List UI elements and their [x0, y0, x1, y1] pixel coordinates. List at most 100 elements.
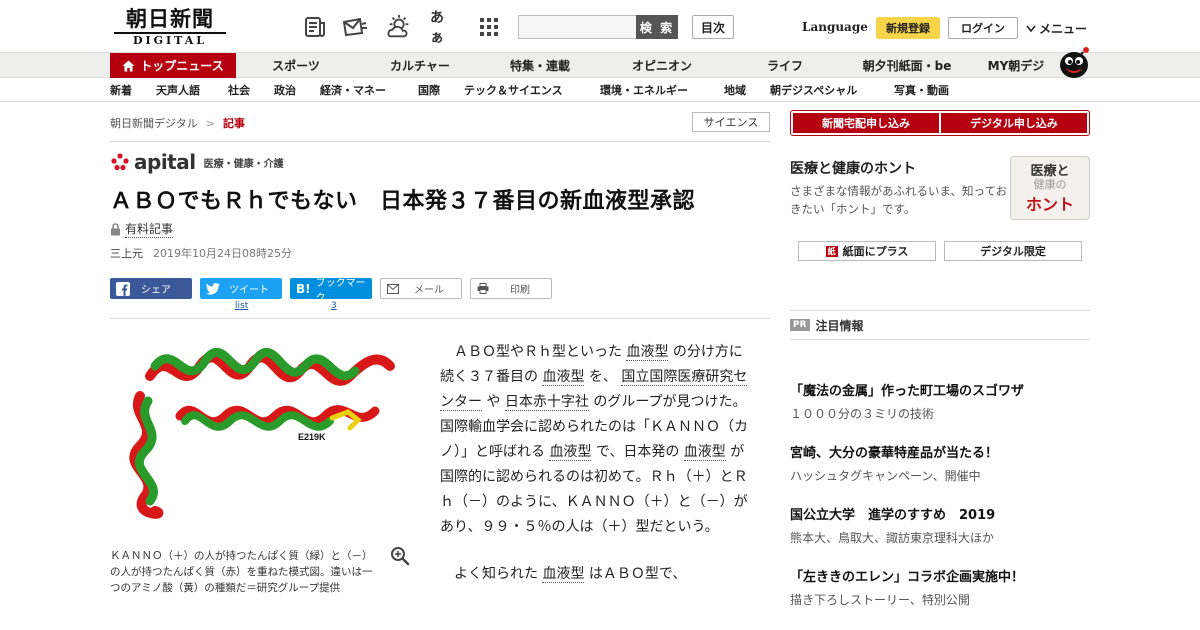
- body-text-segment: はＡＢＯ型で、: [584, 566, 687, 582]
- author: 三上元: [110, 247, 143, 260]
- subnav-region[interactable]: 地域: [724, 78, 746, 101]
- article-body: ＡＢＯ型やＲｈ型といった 血液型 の分け方に続く３７番目の 血液型 を、 国立国…: [440, 340, 750, 609]
- subnav-politics[interactable]: 政治: [274, 78, 296, 101]
- subnav-photo[interactable]: 写真・動画: [894, 78, 949, 101]
- body-text-segment: や: [482, 394, 505, 410]
- pr-title: 注目情報: [815, 318, 864, 333]
- paper-plus-button[interactable]: 紙 紙面にプラス: [798, 241, 936, 261]
- featured-item[interactable]: 国公立大学 進学のすすめ 2019 熊本大、鳥取大、諏訪東京理科大ほか: [790, 504, 1090, 546]
- menu-button[interactable]: メニュー: [1026, 20, 1087, 37]
- keyword-link[interactable]: 血液型: [542, 566, 585, 583]
- mail-icon: [387, 283, 399, 294]
- facebook-share-button[interactable]: シェア: [110, 278, 192, 299]
- search-button[interactable]: 検 索: [636, 15, 678, 39]
- subnav-special[interactable]: 朝デジスペシャル: [770, 78, 857, 101]
- nav-features[interactable]: 特集・連載: [490, 53, 590, 78]
- nav-life[interactable]: ライフ: [740, 53, 830, 78]
- subscribe-paper-button[interactable]: 新聞宅配申し込み: [793, 113, 939, 133]
- twitter-share-button[interactable]: ツイート: [200, 278, 282, 299]
- body-text-segment: を、: [584, 369, 622, 385]
- keyword-link[interactable]: 血液型: [683, 444, 726, 461]
- mascot-icon[interactable]: [1056, 44, 1092, 78]
- login-button[interactable]: ログイン: [948, 17, 1018, 39]
- nav-opinion[interactable]: オピニオン: [612, 53, 712, 78]
- subnav-world[interactable]: 国際: [418, 78, 440, 101]
- newspaper-icon[interactable]: [302, 14, 328, 40]
- chevron-down-icon: [1026, 25, 1036, 32]
- hatena-count[interactable]: 3: [331, 301, 337, 311]
- keyword-link[interactable]: 血液型: [626, 344, 669, 361]
- apps-grid-icon[interactable]: [476, 14, 502, 40]
- site-logo[interactable]: 朝日新聞 DIGITAL: [114, 8, 226, 48]
- protein-structure-image[interactable]: E219K: [110, 336, 410, 536]
- article-title: ＡＢＯでもＲｈでもない 日本発３７番目の新血液型承認: [110, 189, 696, 214]
- byline: 三上元 2019年10月24日08時25分: [110, 245, 292, 261]
- nav-sports[interactable]: スポーツ: [250, 53, 342, 78]
- publish-date: 2019年10月24日08時25分: [153, 247, 292, 260]
- subnav-environment[interactable]: 環境・エネルギー: [600, 78, 688, 101]
- apital-brand[interactable]: apital 医療・健康・介護: [110, 150, 284, 174]
- subscribe-digital-button[interactable]: デジタル申し込み: [941, 113, 1087, 133]
- apital-logo: apital: [110, 150, 196, 174]
- hatena-icon: B!: [296, 281, 311, 296]
- paper-plus-icon: 紙: [825, 245, 838, 257]
- body-text-segment: よく知られた: [454, 566, 543, 582]
- apital-subtitle: 医療・健康・介護: [203, 158, 284, 170]
- figure-caption: ＫＡＮＮＯ（＋）の人が持つたんぱく質（緑）と（－）の人が持つたんぱく質（赤）を重…: [110, 550, 373, 594]
- twitter-count[interactable]: list: [235, 301, 248, 311]
- weather-icon[interactable]: [386, 14, 412, 40]
- nav-paper[interactable]: 朝夕刊紙面・be: [850, 53, 964, 78]
- subscribe-box: 新聞宅配申し込み デジタル申し込み: [790, 110, 1090, 136]
- facebook-icon: [116, 281, 130, 296]
- breadcrumb: 朝日新聞デジタル > 記事: [110, 115, 245, 131]
- featured-item[interactable]: 「魔法の金属」作った町工場のスゴワザ １０００分の３ミリの技術: [790, 380, 1090, 422]
- zoom-icon[interactable]: [390, 546, 410, 566]
- hatena-bookmark-button[interactable]: B! ブックマーク: [290, 278, 372, 304]
- home-icon: [122, 60, 135, 71]
- paid-article-label: 有料記事: [110, 220, 174, 238]
- breadcrumb-separator: >: [205, 116, 215, 130]
- sub-nav: 新着 天声人語 社会 政治 経済・マネー 国際 テック＆サイエンス 環境・エネル…: [0, 78, 1200, 102]
- pr-badge: PR: [790, 319, 810, 331]
- logo-en: DIGITAL: [114, 32, 226, 48]
- keyword-link[interactable]: 血液型: [542, 369, 585, 386]
- featured-item[interactable]: 「左ききのエレン」コラボ企画実施中！ 描き下ろしストーリー、特別公開: [790, 566, 1090, 608]
- divider: [110, 318, 770, 319]
- print-icon: [477, 283, 489, 294]
- category-tag[interactable]: サイエンス: [692, 112, 770, 132]
- toc-button[interactable]: 目次: [692, 15, 734, 39]
- mail-share-button[interactable]: メール: [380, 278, 462, 299]
- honto-description: さまざまな情報があふれるいま、知っておきたい「ホント」です。: [790, 184, 1008, 216]
- divider: [110, 141, 770, 142]
- breadcrumb-current: 記事: [223, 117, 245, 130]
- article-paragraph: ＡＢＯ型やＲｈ型といった 血液型 の分け方に続く３７番目の 血液型 を、 国立国…: [440, 340, 750, 540]
- keyword-link[interactable]: 日本赤十字社: [504, 394, 589, 411]
- body-text-segment: ＡＢＯ型やＲｈ型といった: [454, 344, 627, 360]
- main-nav: トップニュース スポーツ カルチャー 特集・連載 オピニオン ライフ 朝夕刊紙面…: [0, 52, 1200, 78]
- keyword-link[interactable]: 血液型: [549, 444, 592, 461]
- nav-my[interactable]: MY朝デジ: [980, 53, 1052, 78]
- featured-item[interactable]: 宮崎、大分の豪華特産品が当たる！ ハッシュタグキャンペーン、開催中: [790, 442, 1090, 484]
- subnav-economy[interactable]: 経済・マネー: [320, 78, 386, 101]
- language-link[interactable]: Language: [802, 20, 868, 34]
- pr-header: PR 注目情報: [790, 310, 1090, 340]
- breadcrumb-home[interactable]: 朝日新聞デジタル: [110, 115, 198, 131]
- register-button[interactable]: 新規登録: [876, 17, 940, 39]
- subnav-new[interactable]: 新着: [110, 78, 132, 101]
- honto-title[interactable]: 医療と健康のホント: [790, 158, 916, 178]
- font-size-icon[interactable]: あぁ: [430, 10, 456, 46]
- subnav-tech[interactable]: テック＆サイエンス: [464, 78, 563, 101]
- print-button[interactable]: 印刷: [470, 278, 552, 299]
- nav-culture[interactable]: カルチャー: [370, 53, 470, 78]
- news-mail-icon[interactable]: [342, 14, 368, 40]
- apital-dots-icon: [111, 153, 129, 171]
- logo-jp: 朝日新聞: [126, 6, 214, 31]
- search-input[interactable]: [518, 15, 638, 39]
- figure-label: E219K: [298, 432, 326, 442]
- honto-badge[interactable]: 医療と 健康の ホント: [1010, 156, 1090, 220]
- body-text-segment: で、日本発の: [591, 444, 684, 460]
- digital-only-button[interactable]: デジタル限定: [944, 241, 1082, 261]
- subnav-society[interactable]: 社会: [228, 78, 250, 101]
- nav-top-news[interactable]: トップニュース: [110, 53, 236, 78]
- subnav-tensei[interactable]: 天声人語: [156, 78, 200, 101]
